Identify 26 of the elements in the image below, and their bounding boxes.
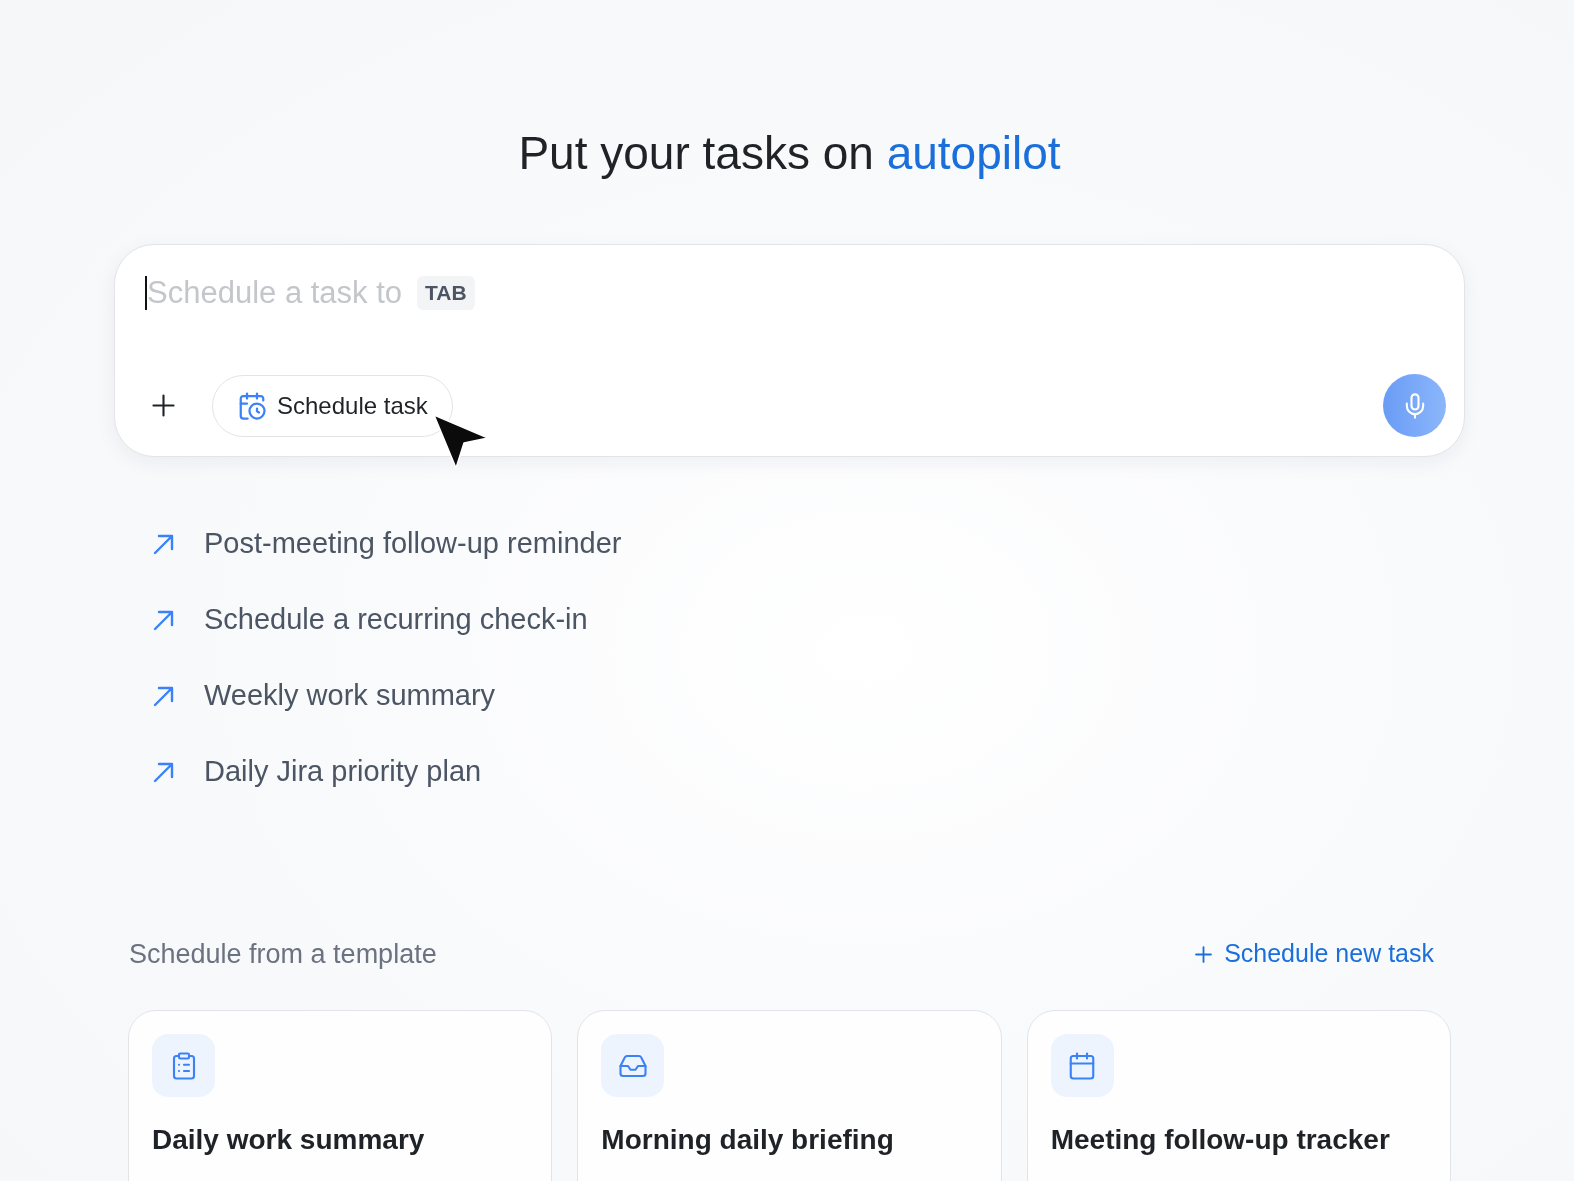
arrow-up-right-icon xyxy=(153,761,174,783)
card-title: Morning daily briefing xyxy=(601,1123,895,1157)
schedule-task-button[interactable]: Schedule task xyxy=(212,374,453,437)
arrow-up-right-icon xyxy=(153,685,174,707)
card-title: Meeting follow-up tracker xyxy=(1050,1123,1391,1157)
suggestion-item[interactable]: Schedule a recurring check-in xyxy=(153,598,588,642)
schedule-new-task-link[interactable]: Schedule new task xyxy=(1195,935,1434,973)
suggestion-item[interactable]: Weekly work summary xyxy=(153,674,496,718)
calendar-clock-icon xyxy=(237,390,267,421)
suggestion-item[interactable]: Daily Jira priority plan xyxy=(153,750,482,794)
template-card[interactable]: Meeting follow-up tracker xyxy=(1026,1010,1451,1181)
template-card[interactable]: Daily work summary xyxy=(128,1010,553,1181)
key-hint: TAB xyxy=(417,276,475,310)
arrow-up-right-icon xyxy=(153,533,174,555)
plus-icon xyxy=(1195,945,1213,963)
card-title: Daily work summary xyxy=(152,1123,426,1157)
tray-icon xyxy=(601,1034,665,1097)
task-input[interactable]: Schedule a task to xyxy=(147,273,411,313)
plus-icon xyxy=(151,394,175,417)
page-title: Put your tasks on autopilot xyxy=(517,126,1062,181)
template-card[interactable]: Morning daily briefing xyxy=(577,1010,1002,1181)
section-title: Schedule from a template xyxy=(128,938,437,971)
arrow-up-right-icon xyxy=(153,609,174,631)
clipboard-icon xyxy=(152,1034,215,1097)
calendar-icon xyxy=(1050,1034,1114,1097)
suggestion-item[interactable]: Post-meeting follow-up reminder xyxy=(153,522,622,566)
